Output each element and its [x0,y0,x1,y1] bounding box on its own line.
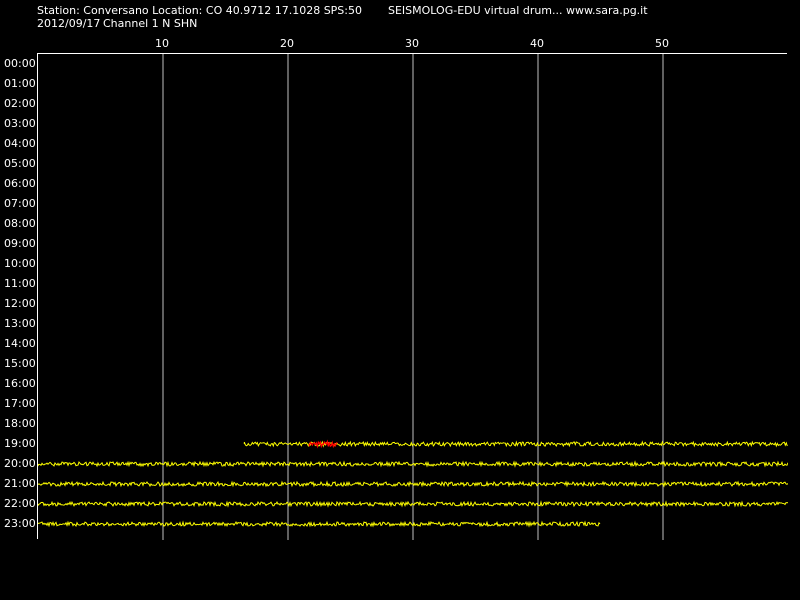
channel-label: Channel 1 N SHN [103,17,198,30]
x-tick-label: 10 [155,37,169,50]
hour-label: 22:00 [4,497,36,510]
hour-label: 20:00 [4,457,36,470]
date-label: 2012/09/17 [37,17,101,30]
hour-label: 17:00 [4,397,36,410]
hour-label: 08:00 [4,217,36,230]
station-info: Station: Conversano Location: CO 40.9712… [37,4,362,17]
seismogram-drum [37,53,788,540]
hour-label: 15:00 [4,357,36,370]
hour-label: 07:00 [4,197,36,210]
hour-label: 03:00 [4,117,36,130]
hour-label: 13:00 [4,317,36,330]
hour-label: 23:00 [4,517,36,530]
hour-label: 10:00 [4,257,36,270]
hour-label: 11:00 [4,277,36,290]
hour-label: 16:00 [4,377,36,390]
hour-label: 14:00 [4,337,36,350]
program-info: SEISMOLOG-EDU virtual drum... www.sara.p… [388,4,648,17]
x-tick-label: 40 [530,37,544,50]
x-tick-label: 50 [655,37,669,50]
hour-label: 02:00 [4,97,36,110]
x-tick-label: 20 [280,37,294,50]
x-tick-label: 30 [405,37,419,50]
hour-label: 21:00 [4,477,36,490]
hour-label: 05:00 [4,157,36,170]
hour-label: 06:00 [4,177,36,190]
hour-label: 04:00 [4,137,36,150]
hour-label: 12:00 [4,297,36,310]
drum-plot [38,54,788,540]
hour-label: 19:00 [4,437,36,450]
hour-label: 09:00 [4,237,36,250]
hour-label: 18:00 [4,417,36,430]
hour-label: 01:00 [4,77,36,90]
hour-label: 00:00 [4,57,36,70]
trace-hour-23 [38,520,601,528]
